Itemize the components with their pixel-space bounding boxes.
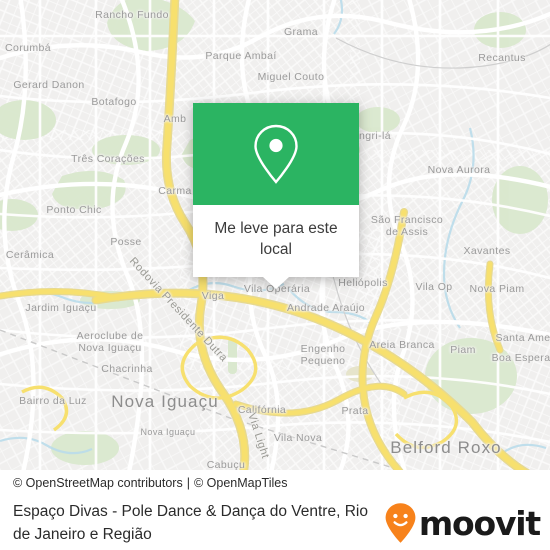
attribution-openmaptiles[interactable]: © OpenMapTiles xyxy=(194,476,288,490)
moovit-map-page: Rancho Fundo Grama Corumbá Parque Ambaí Reca… xyxy=(0,0,550,550)
moovit-wordmark: moovit xyxy=(418,503,541,543)
destination-popup[interactable]: Me leve para este local xyxy=(193,103,359,289)
popup-text: Me leve para este local xyxy=(214,220,338,258)
page-footer: Espaço Divas - Pole Dance & Dança do Ven… xyxy=(0,496,550,550)
attribution-separator: | xyxy=(186,476,190,490)
popup-header xyxy=(193,103,359,205)
moovit-logo[interactable]: moovit xyxy=(384,502,541,544)
page-title: Espaço Divas - Pole Dance & Dança do Ven… xyxy=(13,502,368,543)
moovit-pin-smiley-icon xyxy=(385,503,416,543)
attribution-osm[interactable]: © OpenStreetMap contributors xyxy=(13,476,183,490)
map-canvas[interactable]: Rancho Fundo Grama Corumbá Parque Ambaí Reca… xyxy=(0,0,550,472)
map-attribution-bar: © OpenStreetMap contributors | © OpenMap… xyxy=(0,470,550,496)
popup-body: Me leve para este local xyxy=(193,205,359,277)
popup-tail xyxy=(263,276,289,289)
map-pin-icon xyxy=(254,124,298,184)
